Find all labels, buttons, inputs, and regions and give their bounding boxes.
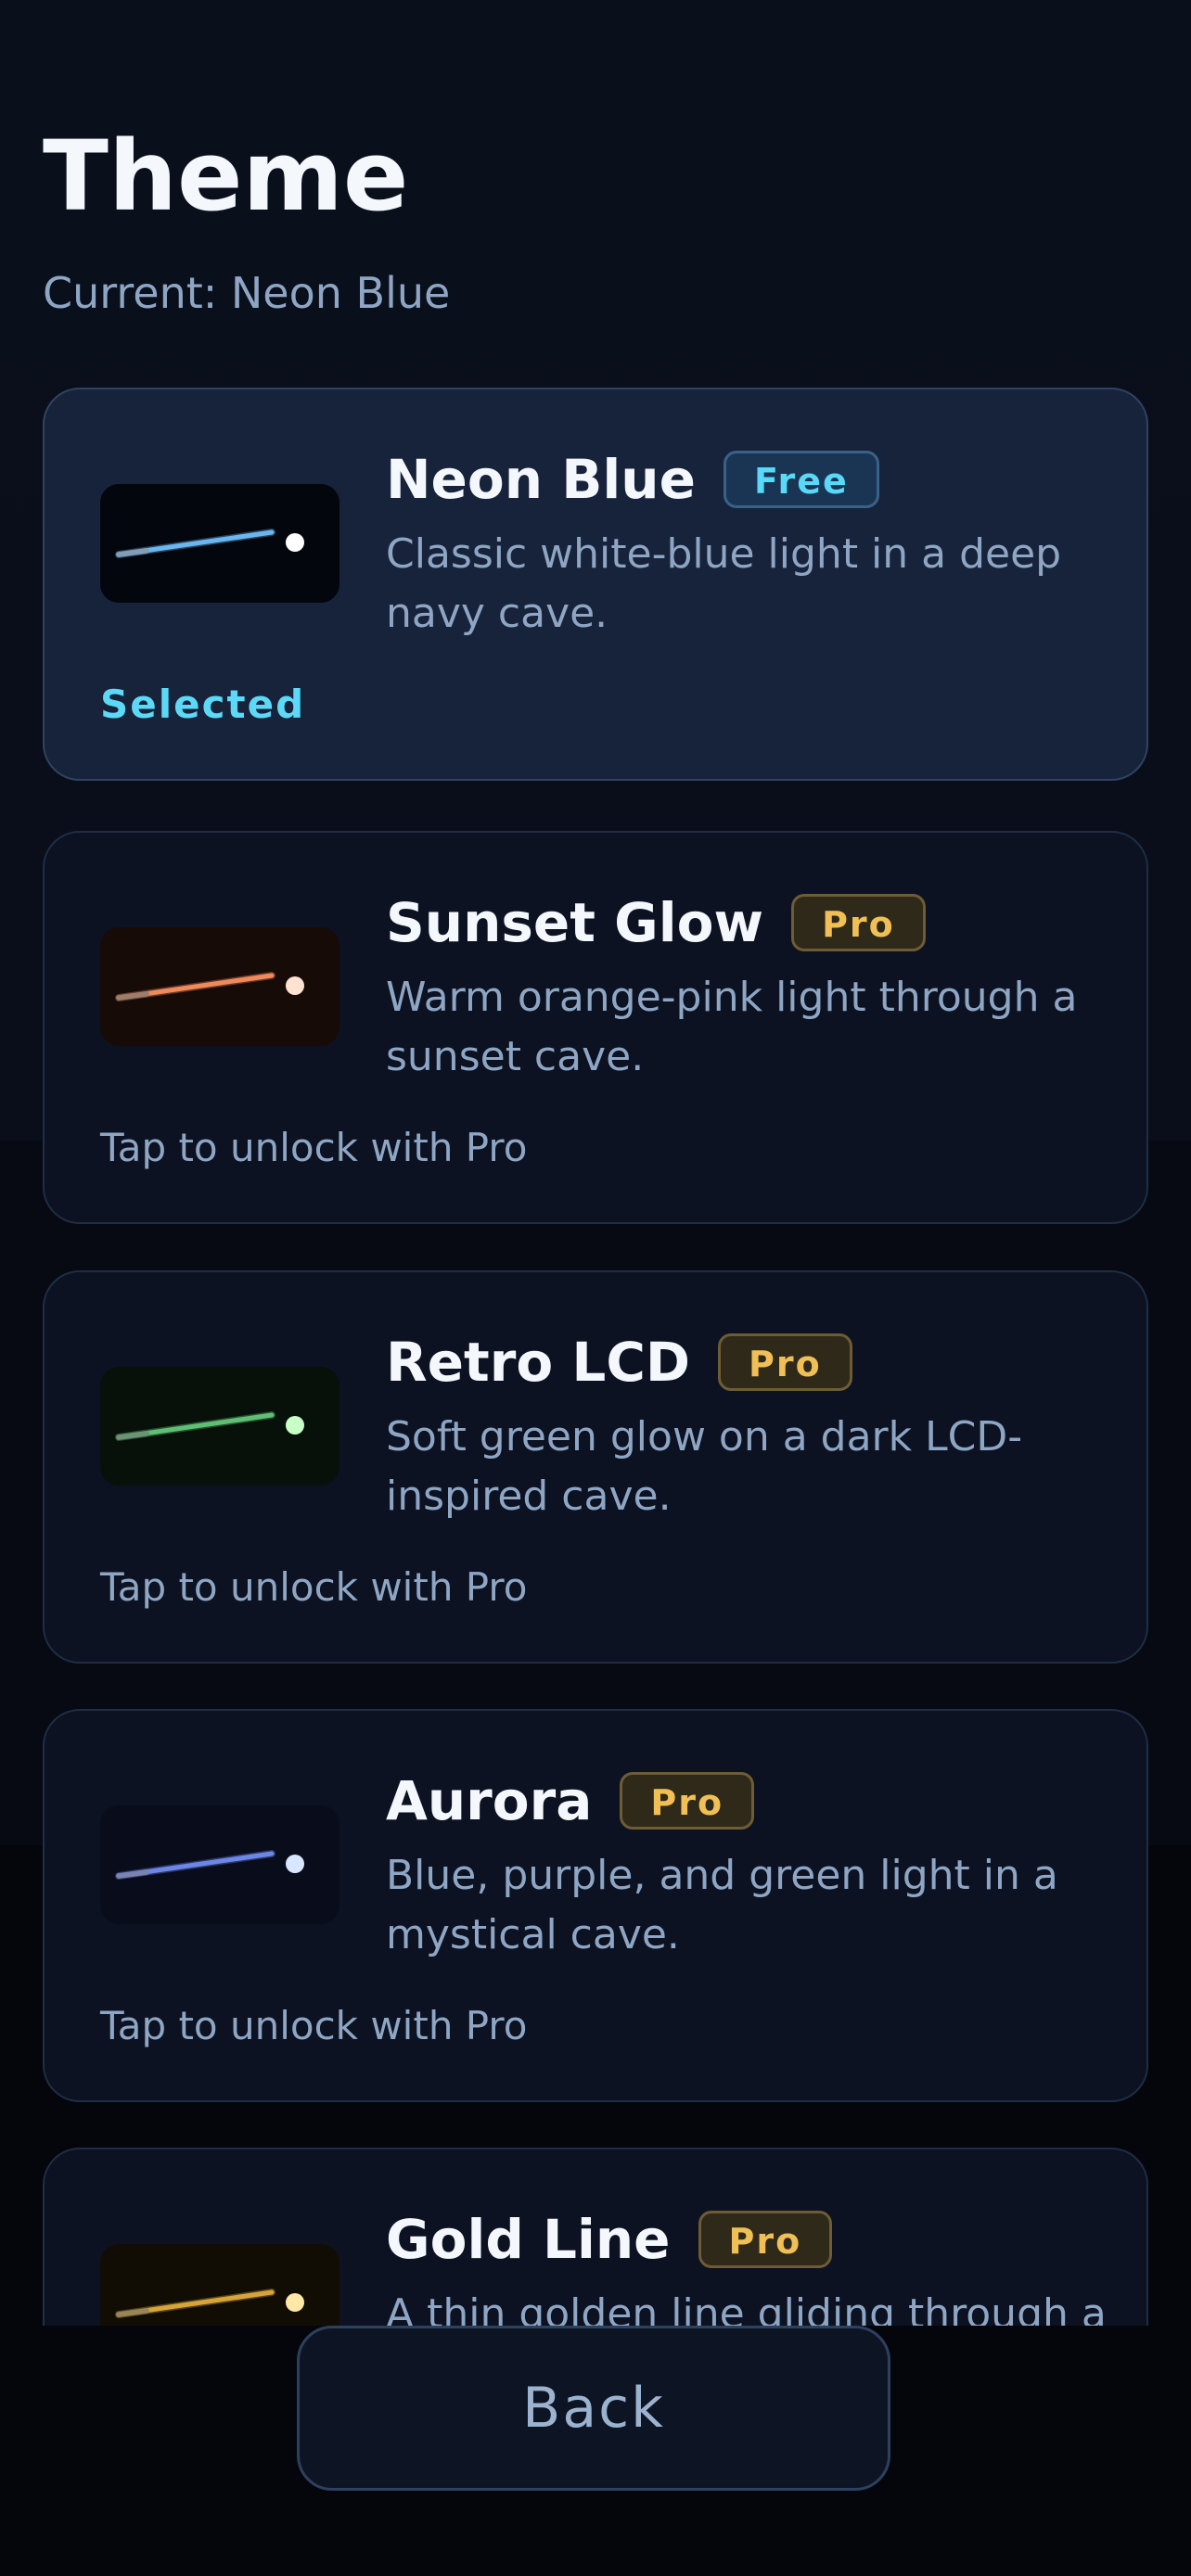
theme-card-sunset-glow[interactable]: Sunset Glow Pro Warm orange-pink light t… [43, 831, 1148, 1224]
theme-card-aurora[interactable]: Aurora Pro Blue, purple, and green light… [43, 1709, 1148, 2102]
theme-description: Blue, purple, and green light in a mysti… [386, 1852, 1058, 1958]
theme-name: Gold Line [386, 2208, 671, 2271]
unlock-hint: Tap to unlock with Pro [100, 1125, 528, 1170]
theme-description: Warm orange-pink light through a sunset … [386, 974, 1078, 1080]
theme-description: A thin golden line gliding through a [386, 2290, 1107, 2326]
aurora-preview-graphic [100, 1805, 339, 1924]
back-button[interactable]: Back [297, 2326, 890, 2491]
theme-description: Classic white-blue light in a deep navy … [386, 530, 1062, 637]
theme-card-retro-lcd[interactable]: Retro LCD Pro Soft green glow on a dark … [43, 1270, 1148, 1664]
current-theme-label: Current: Neon Blue [43, 268, 451, 318]
page-title: Theme [43, 120, 409, 233]
theme-preview [100, 1367, 339, 1486]
theme-card-gold-line[interactable]: Gold Line Pro A thin golden line gliding… [43, 2148, 1148, 2326]
theme-name: Retro LCD [386, 1331, 691, 1394]
selected-label: Selected [100, 682, 306, 727]
theme-preview [100, 927, 339, 1046]
pro-badge: Pro [718, 1333, 852, 1391]
gold-line-preview-graphic [100, 2244, 339, 2326]
pro-badge: Pro [620, 1772, 755, 1830]
theme-description: Soft green glow on a dark LCD-inspired c… [386, 1413, 1023, 1520]
pro-badge: Pro [791, 894, 926, 951]
free-badge: Free [723, 451, 879, 508]
theme-name: Sunset Glow [386, 891, 764, 954]
retro-lcd-preview-graphic [100, 1367, 339, 1486]
theme-name: Aurora [386, 1769, 593, 1832]
unlock-hint: Tap to unlock with Pro [100, 1564, 528, 1610]
neon-blue-preview-graphic [100, 484, 339, 603]
pro-badge: Pro [698, 2211, 833, 2268]
theme-preview [100, 2244, 339, 2326]
theme-card-neon-blue[interactable]: Neon Blue Free Classic white-blue light … [43, 388, 1148, 781]
unlock-hint: Tap to unlock with Pro [100, 2003, 528, 2048]
theme-name: Neon Blue [386, 448, 696, 511]
theme-list: Neon Blue Free Classic white-blue light … [43, 388, 1148, 2326]
theme-preview [100, 1805, 339, 1924]
theme-preview [100, 484, 339, 603]
sunset-glow-preview-graphic [100, 927, 339, 1046]
